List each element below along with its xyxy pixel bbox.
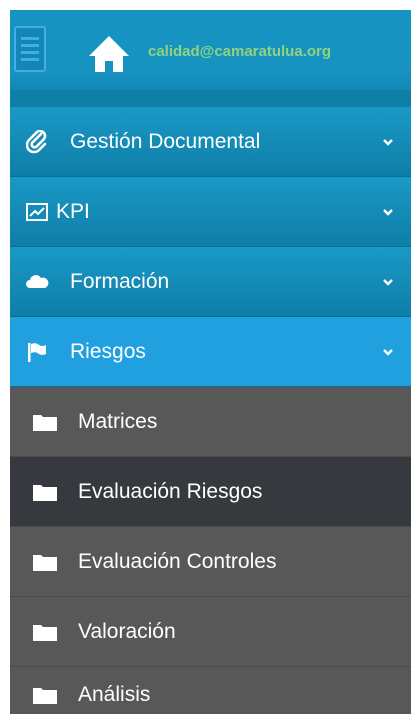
menu-item-label: Gestión Documental [70,129,261,153]
submenu-item-label: Valoración [78,619,176,643]
submenu-item-valoracion[interactable]: Valoración [10,597,411,667]
flag-icon [24,339,50,365]
submenu-item-label: Evaluación Riesgos [78,479,263,503]
menu-item-label: Formación [70,269,170,293]
submenu-item-label: Evaluación Controles [78,549,277,573]
submenu-item-label: Análisis [78,683,151,706]
hamburger-menu-icon[interactable] [14,26,46,72]
submenu-item-matrices[interactable]: Matrices [10,387,411,457]
chevron-down-icon [383,138,393,146]
chart-icon [24,199,50,225]
cloud-icon [24,269,50,295]
menu-item-label: KPI [56,199,90,223]
submenu-item-evaluacion-controles[interactable]: Evaluación Controles [10,527,411,597]
folder-icon [33,414,57,431]
paperclip-icon [24,129,50,155]
menu-item-gestion-documental[interactable]: Gestión Documental [10,107,411,177]
user-email[interactable]: calidad@camaratulua.org [148,43,331,60]
menu-item-formacion[interactable]: Formación [10,247,411,317]
folder-icon [33,688,57,704]
menu-item-kpi[interactable]: KPI [10,177,411,247]
chevron-down-icon [383,278,393,286]
chevron-down-icon [383,208,393,216]
submenu-item-label: Matrices [78,409,158,433]
top-bar: calidad@camaratulua.org [10,10,411,107]
header-divider-band [10,90,411,107]
menu-item-riesgos[interactable]: Riesgos [10,317,411,387]
folder-icon [33,554,57,571]
sidebar: calidad@camaratulua.org Gestión Document… [10,10,411,714]
submenu-item-analisis[interactable]: Análisis [10,667,411,714]
home-icon[interactable] [87,34,131,74]
menu-item-label: Riesgos [70,339,146,363]
submenu-item-evaluacion-riesgos[interactable]: Evaluación Riesgos [10,457,411,527]
folder-icon [33,624,57,641]
chevron-down-icon [383,348,393,356]
folder-icon [33,484,57,501]
